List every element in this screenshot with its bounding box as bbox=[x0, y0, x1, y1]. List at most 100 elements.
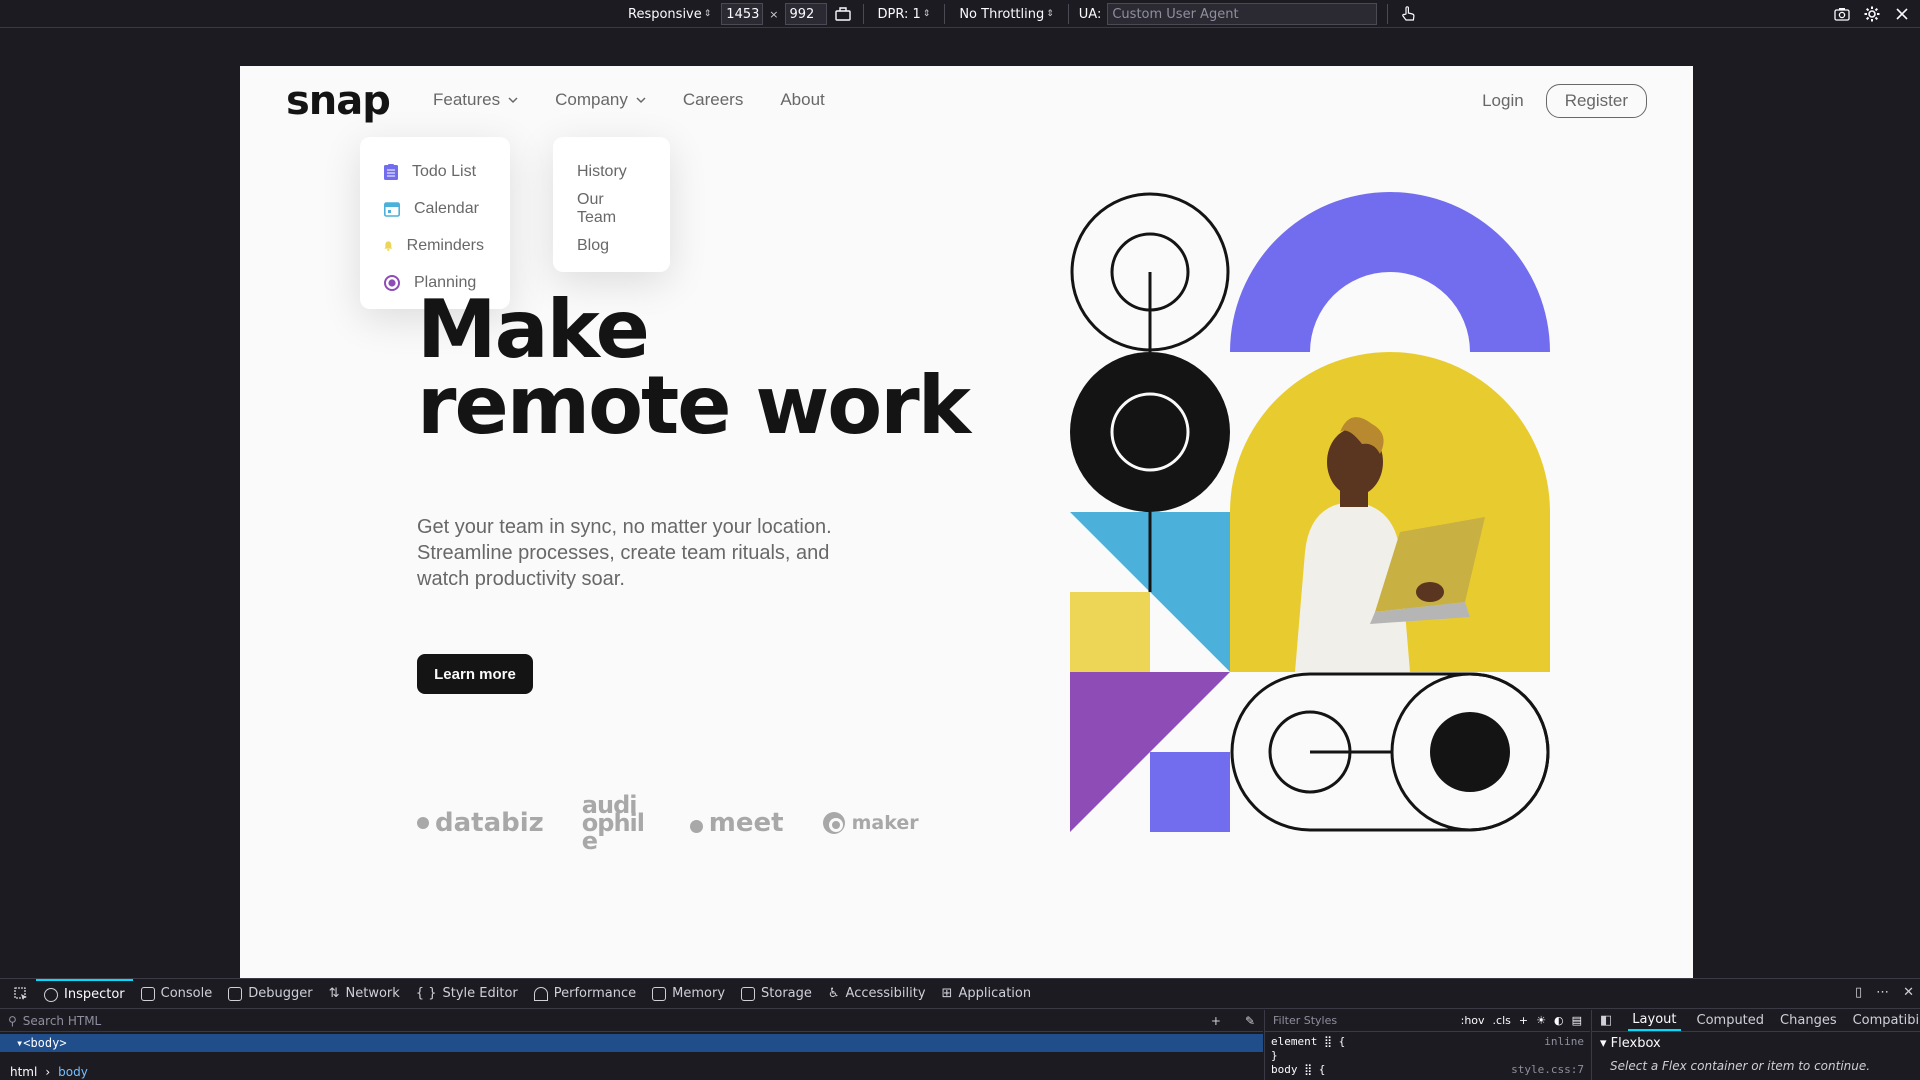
learn-more-button[interactable]: Learn more bbox=[417, 654, 533, 694]
nav-company[interactable]: Company bbox=[555, 90, 646, 110]
add-rule-icon[interactable]: + bbox=[1519, 1014, 1528, 1027]
devtools-tabs: Inspector Console Debugger ⇅ Network { } S… bbox=[0, 978, 1920, 1009]
toggle-sidebar-icon[interactable]: ◧ bbox=[1600, 1013, 1612, 1028]
devtools-panel: Inspector Console Debugger ⇅ Network { } S… bbox=[0, 978, 1920, 1080]
menu-item-our-team[interactable]: Our Team bbox=[577, 190, 670, 227]
dpr-selector[interactable]: DPR: 1 ⇕ bbox=[874, 3, 935, 25]
nav-careers[interactable]: Careers bbox=[683, 90, 743, 110]
devtools-toolbar-right: ▯ ⋯ ✕ bbox=[1855, 985, 1914, 1000]
touch-simulation-icon[interactable] bbox=[1398, 4, 1418, 24]
dpr-label: DPR: 1 bbox=[877, 6, 921, 22]
tab-console[interactable]: Console bbox=[133, 979, 221, 1009]
dot-icon bbox=[689, 819, 703, 833]
eyedropper-icon[interactable]: ✎ bbox=[1245, 1014, 1255, 1028]
tab-storage[interactable]: Storage bbox=[733, 979, 820, 1009]
close-icon[interactable] bbox=[1892, 4, 1912, 24]
search-html-field[interactable]: ⚲ Search HTML + ✎ bbox=[0, 1010, 1263, 1032]
tab-layout[interactable]: Layout bbox=[1628, 1010, 1681, 1031]
login-link[interactable]: Login bbox=[1482, 91, 1524, 111]
tab-label: Network bbox=[345, 986, 400, 1001]
device-selector[interactable]: Responsive ⇕ bbox=[624, 3, 715, 25]
tab-computed[interactable]: Computed bbox=[1697, 1013, 1765, 1028]
yellow-square bbox=[1070, 592, 1150, 672]
height-input[interactable]: 992 bbox=[784, 3, 827, 25]
tab-accessibility[interactable]: ♿ Accessibility bbox=[820, 979, 934, 1009]
menu-item-todo-list[interactable]: Todo List bbox=[384, 153, 510, 190]
debugger-icon bbox=[228, 986, 243, 1001]
main-nav: Features Company Careers About bbox=[433, 90, 862, 110]
light-mode-icon[interactable]: ☀ bbox=[1536, 1014, 1546, 1027]
menu-item-history[interactable]: History bbox=[577, 153, 670, 190]
rule-source: inline bbox=[1544, 1035, 1584, 1048]
tab-label: Memory bbox=[672, 986, 726, 1001]
dot-icon bbox=[417, 817, 429, 829]
screenshot-icon[interactable] bbox=[1832, 4, 1852, 24]
register-button[interactable]: Register bbox=[1545, 84, 1647, 118]
auth-links: Login Register bbox=[1482, 84, 1647, 118]
dark-mode-icon[interactable]: ◐ bbox=[1554, 1014, 1564, 1027]
menu-item-blog[interactable]: Blog bbox=[577, 227, 670, 264]
add-node-icon[interactable]: + bbox=[1211, 1014, 1221, 1028]
tab-application[interactable]: ⊞ Application bbox=[934, 979, 1040, 1009]
accessibility-icon: ♿ bbox=[827, 986, 840, 1001]
rotate-icon[interactable] bbox=[833, 4, 853, 24]
updown-icon: ⇕ bbox=[1046, 9, 1054, 19]
expand-arrow-icon: ▾ bbox=[1600, 1036, 1607, 1051]
search-icon: ⚲ bbox=[8, 1013, 17, 1028]
cls-toggle[interactable]: .cls bbox=[1493, 1014, 1511, 1027]
tab-label: Style Editor bbox=[442, 986, 518, 1001]
width-input[interactable]: 1453 bbox=[721, 3, 764, 25]
hov-toggle[interactable]: :hov bbox=[1461, 1014, 1485, 1027]
tab-label: Storage bbox=[761, 986, 812, 1001]
client-logo-maker: maker bbox=[822, 811, 919, 835]
violet-square bbox=[1150, 752, 1230, 832]
breadcrumb-item[interactable]: html bbox=[10, 1065, 37, 1079]
times-icon: × bbox=[769, 7, 779, 21]
rule-close: } bbox=[1271, 1049, 1278, 1062]
tab-debugger[interactable]: Debugger bbox=[220, 979, 320, 1009]
hero-description: Get your team in sync, no matter your lo… bbox=[417, 516, 832, 590]
tab-memory[interactable]: Memory bbox=[644, 979, 733, 1009]
throttling-selector[interactable]: No Throttling ⇕ bbox=[955, 3, 1057, 25]
element-picker-icon[interactable] bbox=[6, 979, 36, 1009]
tab-inspector[interactable]: Inspector bbox=[36, 978, 133, 1009]
application-icon: ⊞ bbox=[941, 986, 953, 1001]
site-logo[interactable]: snap bbox=[286, 78, 391, 124]
updown-icon: ⇕ bbox=[922, 9, 931, 19]
console-icon bbox=[140, 986, 155, 1001]
nav-features[interactable]: Features bbox=[433, 90, 518, 110]
menu-item-calendar[interactable]: Calendar bbox=[384, 190, 510, 227]
more-options-icon[interactable]: ⋯ bbox=[1876, 985, 1889, 1000]
page-viewport: snap Features Company Careers About Logi… bbox=[240, 66, 1693, 978]
network-icon: ⇅ bbox=[328, 986, 340, 1001]
markup-node-body[interactable]: ▾ <body> bbox=[0, 1034, 1263, 1052]
tab-performance[interactable]: Performance bbox=[526, 979, 644, 1009]
node-tag: <body> bbox=[23, 1036, 67, 1050]
markup-view: ⚲ Search HTML + ✎ ▾ <body> html › body bbox=[0, 1010, 1263, 1080]
todo-icon bbox=[384, 163, 398, 180]
hero-title-line2: remote work bbox=[417, 359, 971, 452]
settings-icon[interactable] bbox=[1862, 4, 1882, 24]
tab-label: Debugger bbox=[248, 986, 313, 1001]
rule-source[interactable]: style.css:7 bbox=[1511, 1063, 1584, 1077]
user-agent-input[interactable]: Custom User Agent bbox=[1107, 3, 1378, 25]
nav-about[interactable]: About bbox=[780, 90, 824, 110]
updown-icon: ⇕ bbox=[703, 9, 712, 19]
client-name: databiz bbox=[435, 808, 544, 838]
filter-styles-input[interactable]: Filter Styles bbox=[1273, 1014, 1337, 1027]
tab-network[interactable]: ⇅ Network bbox=[321, 979, 408, 1009]
close-devtools-icon[interactable]: ✕ bbox=[1903, 985, 1914, 1000]
tab-style-editor[interactable]: { } Style Editor bbox=[408, 979, 526, 1009]
client-logos: databiz audiophile meet maker bbox=[417, 793, 919, 853]
breadcrumb-item[interactable]: body bbox=[58, 1065, 88, 1079]
flexbox-section[interactable]: ▾ Flexbox bbox=[1592, 1032, 1920, 1055]
divider bbox=[1067, 4, 1069, 24]
tab-changes[interactable]: Changes bbox=[1780, 1013, 1837, 1028]
tab-compatibility[interactable]: Compatibil bbox=[1853, 1013, 1920, 1028]
dock-icon[interactable]: ▯ bbox=[1855, 985, 1862, 1000]
client-name: maker bbox=[851, 812, 919, 834]
chevron-down-icon bbox=[508, 97, 518, 104]
planning-icon bbox=[384, 274, 400, 291]
print-media-icon[interactable]: ▤ bbox=[1572, 1014, 1582, 1027]
menu-item-reminders[interactable]: Reminders bbox=[384, 227, 510, 264]
